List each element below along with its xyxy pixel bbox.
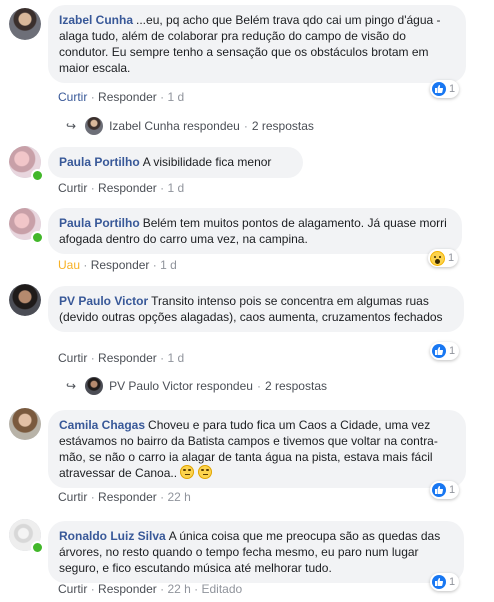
like-icon [432,344,446,358]
reply-button[interactable]: Responder [98,181,157,195]
reaction-count: 1 [449,83,456,95]
like-icon [432,575,446,589]
eye-roll-emoji-icon [197,465,212,479]
reply-author: PV Paulo Victor [109,379,193,393]
like-button[interactable]: Curtir [58,582,87,596]
comment-actions: Uau · Responder · 1 d [58,258,177,272]
comment-timestamp[interactable]: 1 d [167,90,184,104]
reaction-badge[interactable]: 1 [428,249,459,267]
comment-author[interactable]: Camila Chagas [59,418,145,432]
like-button[interactable]: Curtir [58,90,87,104]
reply-button[interactable]: Responder [98,582,157,596]
comment-author[interactable]: PV Paulo Victor [59,294,148,308]
comment-timestamp[interactable]: 1 d [167,351,184,365]
comment-author[interactable]: Ronaldo Luiz Silva [59,529,166,543]
like-icon [432,483,446,497]
avatar[interactable] [9,284,41,316]
view-replies[interactable]: ↪ PV Paulo Victor respondeu · 2 resposta… [66,377,327,395]
comment-text: A visibilidade fica menor [142,155,272,169]
reaction-count: 1 [449,345,456,357]
reply-button[interactable]: Responder [91,258,150,272]
wow-reaction-icon [430,250,445,266]
reply-verb: respondeu [196,379,253,393]
comment-timestamp[interactable]: 1 d [167,181,184,195]
reply-arrow-icon: ↪ [66,379,77,393]
comment-timestamp[interactable]: 22 h [167,490,190,504]
like-icon [432,82,446,96]
online-status-indicator [31,169,44,182]
reply-button[interactable]: Responder [98,90,157,104]
reply-avatar [85,377,104,395]
comment-author[interactable]: Paula Portilho [59,216,140,230]
comment-bubble: Paula Portilho Belém tem muitos pontos de… [48,208,462,254]
avatar[interactable] [9,408,41,440]
reply-count: 2 respostas [264,379,327,393]
comment-bubble: PV Paulo Victor Transito intenso pois se … [48,286,464,332]
like-button[interactable]: Curtir [58,351,87,365]
comment-bubble: Izabel Cunha ...eu, pq acho que Belém tra… [48,5,466,83]
wow-reaction-button[interactable]: Uau [58,258,80,272]
like-button[interactable]: Curtir [58,181,87,195]
eye-roll-emoji-icon [180,465,195,479]
comment-actions: Curtir · Responder · 22 h · Editado [58,582,243,596]
comment-author[interactable]: Izabel Cunha [59,13,133,27]
reply-author: Izabel Cunha [109,119,180,133]
comment-bubble: Paula Portilho A visibilidade fica menor [48,147,303,178]
reply-count: 2 respostas [251,119,314,133]
reply-avatar [85,117,104,135]
reaction-count: 1 [449,484,456,496]
reaction-badge[interactable]: 1 [430,80,460,98]
comment-timestamp[interactable]: 1 d [160,258,177,272]
reaction-count: 1 [449,576,456,588]
comment-author[interactable]: Paula Portilho [59,155,140,169]
reaction-badge[interactable]: 1 [430,573,460,591]
avatar[interactable] [9,8,41,40]
reply-button[interactable]: Responder [98,351,157,365]
like-button[interactable]: Curtir [58,490,87,504]
edited-label[interactable]: Editado [201,582,242,596]
online-status-indicator [31,541,44,554]
view-replies[interactable]: ↪ Izabel Cunha respondeu · 2 respostas [66,117,314,135]
comment-actions: Curtir · Responder · 1 d [58,351,185,365]
reply-button[interactable]: Responder [98,490,157,504]
comment-actions: Curtir · Responder · 22 h [58,490,191,504]
reaction-count: 1 [448,252,455,264]
comment-bubble: Camila Chagas Choveu e para tudo fica um … [48,410,466,488]
reply-arrow-icon: ↪ [66,119,77,133]
comment-bubble: Ronaldo Luiz Silva A única coisa que me p… [48,521,464,583]
reaction-badge[interactable]: 1 [430,481,460,499]
comment-timestamp[interactable]: 22 h [167,582,190,596]
reaction-badge[interactable]: 1 [430,342,460,360]
online-status-indicator [31,231,44,244]
comment-actions: Curtir · Responder · 1 d [58,181,185,195]
reply-verb: respondeu [183,119,240,133]
comment-actions: Curtir · Responder · 1 d [58,90,185,104]
